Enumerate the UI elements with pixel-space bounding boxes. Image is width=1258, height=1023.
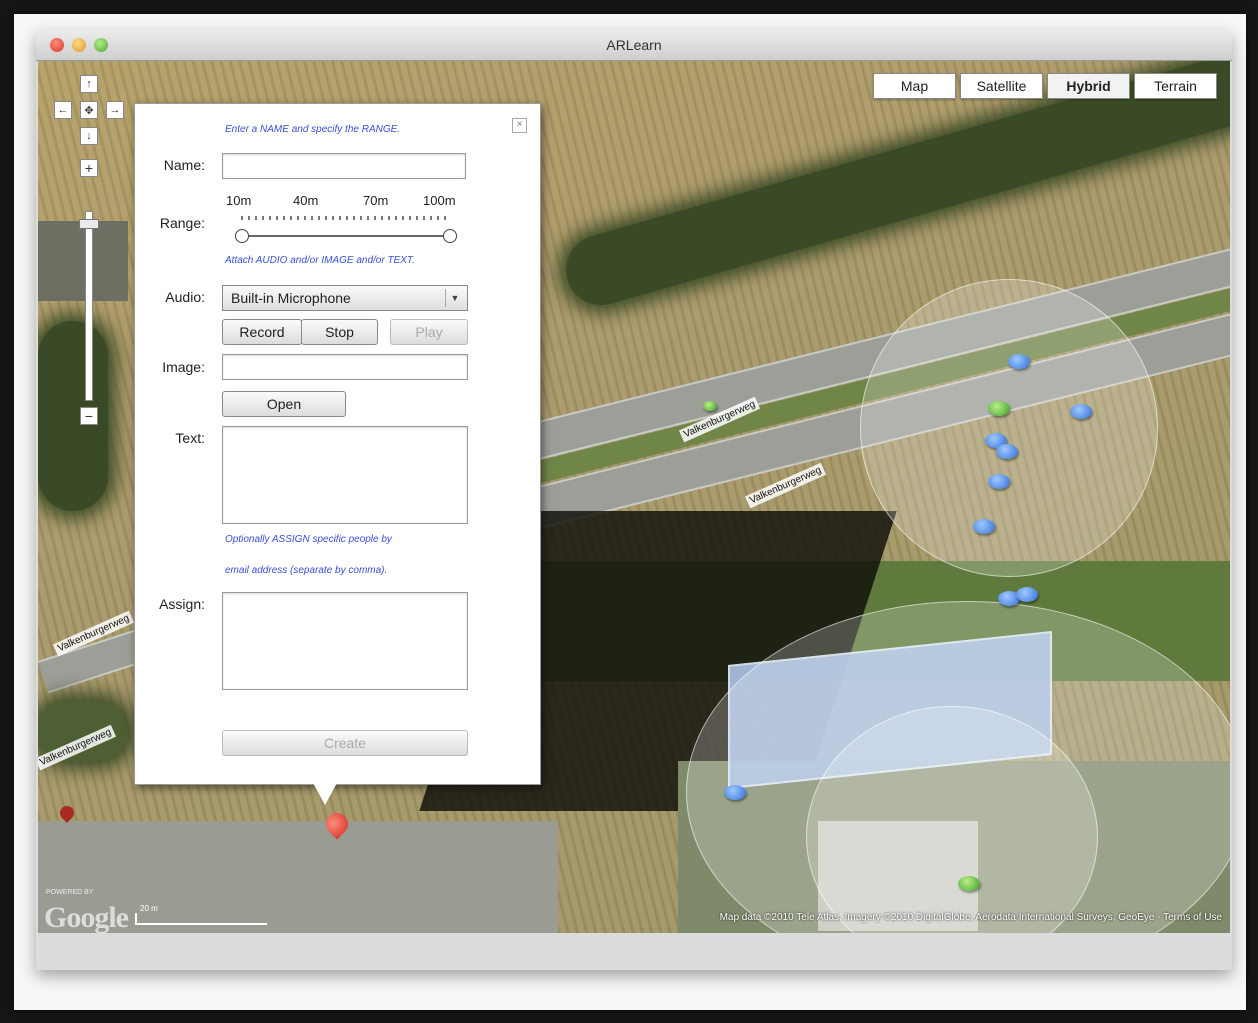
hint-attach: Attach AUDIO and/or IMAGE and/or TEXT. <box>225 255 415 266</box>
create-button[interactable]: Create <box>222 730 468 756</box>
stop-button[interactable]: Stop <box>301 319 378 345</box>
range-slider[interactable] <box>241 235 449 237</box>
title-bar: ARLearn <box>36 30 1232 61</box>
marker-blue[interactable] <box>1008 354 1030 369</box>
range-tick: 40m <box>293 193 319 208</box>
scale-bar <box>135 913 267 925</box>
audio-source-select[interactable]: Built-in Microphone ▼ <box>222 285 468 311</box>
range-tick: 70m <box>363 193 389 208</box>
marker-blue[interactable] <box>1070 404 1092 419</box>
map-type-switcher: Map Satellite Hybrid Terrain <box>869 73 1217 99</box>
text-label: Text: <box>175 430 205 446</box>
record-button[interactable]: Record <box>222 319 302 345</box>
pan-up-icon[interactable]: ↑ <box>80 75 98 93</box>
open-image-button[interactable]: Open <box>222 391 346 417</box>
assign-emails-area[interactable] <box>222 592 468 690</box>
assign-label: Assign: <box>159 596 205 612</box>
map-attribution[interactable]: Map data ©2010 Tele Atlas, Imagery ©2010… <box>720 912 1222 923</box>
close-icon[interactable]: × <box>512 118 527 133</box>
map-building <box>38 221 128 301</box>
app-window: ARLearn Valkenburgerweg Valkenburgerweg … <box>36 30 1232 970</box>
map-type-terrain[interactable]: Terrain <box>1134 73 1217 99</box>
range-tick-marks <box>241 216 449 220</box>
marker-blue[interactable] <box>973 519 995 534</box>
marker-blue[interactable] <box>996 444 1018 459</box>
hint-assign-line2: email address (separate by comma). <box>225 565 388 576</box>
audio-source-value: Built-in Microphone <box>231 290 351 306</box>
zoom-in-icon[interactable]: + <box>80 159 98 177</box>
map-type-hybrid[interactable]: Hybrid <box>1047 73 1130 99</box>
zoom-slider-handle[interactable] <box>79 219 99 229</box>
hint-name-range: Enter a NAME and specify the RANGE. <box>225 124 401 135</box>
pan-down-icon[interactable]: ↓ <box>80 127 98 145</box>
text-area[interactable] <box>222 426 468 524</box>
range-label: Range: <box>159 215 205 231</box>
range-circle <box>860 279 1158 577</box>
play-button[interactable]: Play <box>390 319 468 345</box>
name-input[interactable] <box>222 153 466 179</box>
range-min-handle[interactable] <box>235 229 249 243</box>
range-tick: 10m <box>226 193 252 208</box>
name-label: Name: <box>163 157 205 173</box>
audio-label: Audio: <box>165 289 205 305</box>
marker-blue[interactable] <box>1016 587 1038 602</box>
map-type-satellite[interactable]: Satellite <box>960 73 1043 99</box>
map-type-map[interactable]: Map <box>873 73 956 99</box>
marker-green[interactable] <box>958 876 980 891</box>
image-path-input[interactable] <box>222 354 468 380</box>
marker-green[interactable] <box>988 401 1010 416</box>
powered-by-text: POWERED BY <box>46 889 94 896</box>
window-title: ARLearn <box>606 37 662 53</box>
marker-green[interactable] <box>703 401 717 411</box>
marker-blue[interactable] <box>988 474 1010 489</box>
zoom-slider-track[interactable] <box>85 211 93 401</box>
google-logo[interactable]: Google <box>44 901 129 933</box>
panel-pointer <box>313 783 337 805</box>
pan-center-icon[interactable]: ✥ <box>80 101 98 119</box>
pan-left-icon[interactable]: ← <box>54 101 72 119</box>
pan-right-icon[interactable]: → <box>106 101 124 119</box>
marker-blue[interactable] <box>724 785 746 800</box>
hint-assign-line1: Optionally ASSIGN specific people by <box>225 534 392 545</box>
range-max-handle[interactable] <box>443 229 457 243</box>
image-label: Image: <box>162 359 205 375</box>
satellite-map[interactable]: Valkenburgerweg Valkenburgerweg Valkenbu… <box>38 61 1230 933</box>
chevron-down-icon: ▼ <box>445 289 464 307</box>
scale-label: 20 m <box>140 904 158 913</box>
range-tick: 100m <box>423 193 456 208</box>
create-location-panel: × Enter a NAME and specify the RANGE. Na… <box>134 103 541 805</box>
zoom-out-icon[interactable]: − <box>80 407 98 425</box>
